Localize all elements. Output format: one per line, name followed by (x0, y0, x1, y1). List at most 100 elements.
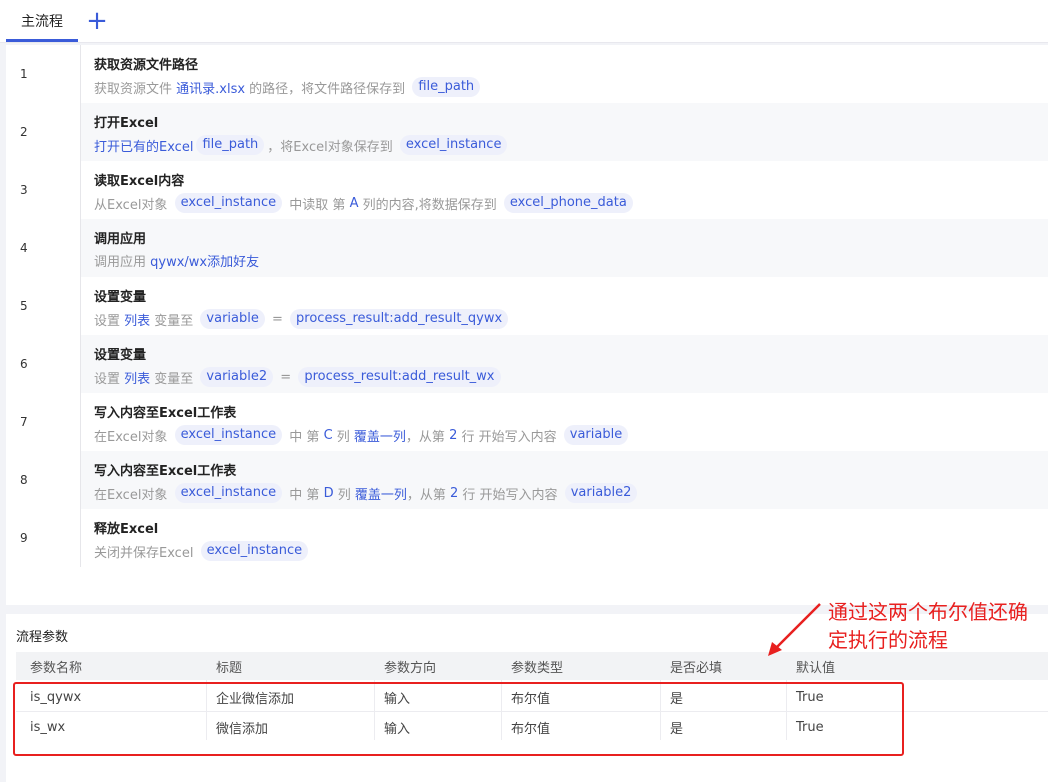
params-title: 流程参数 (16, 630, 69, 645)
step-title: 写入内容至Excel工作表 (94, 464, 237, 479)
add-tab-plus-icon[interactable]: + (84, 6, 110, 36)
step-body[interactable]: 设置变量设置 列表 变量至 variable = process_result:… (80, 277, 1048, 335)
flow-step[interactable]: 8 写入内容至Excel工作表 在Excel对象 excel_instance 中 … (6, 451, 1048, 509)
param-value[interactable]: 列表 (124, 368, 150, 387)
flow-step[interactable]: 1 获取资源文件路径 获取资源文件 通讯录.xlsx 的路径，将文件路径保存到 fi… (6, 45, 1048, 103)
step-body[interactable]: 调用应用 调用应用 qywx/wx添加好友 (80, 219, 1048, 277)
variable-pill[interactable]: variable2 (564, 483, 638, 503)
desc-text: 在Excel对象 (94, 429, 172, 445)
variable-pill[interactable]: process_result:add_result_qywx (290, 309, 509, 329)
desc-text: 中 第 (285, 487, 324, 503)
step-title: 调用应用 (94, 232, 147, 247)
highlight-box (13, 682, 904, 756)
step-title: 写入内容至Excel工作表 (94, 406, 237, 421)
desc-text: 调用应用 (94, 255, 151, 270)
variable-pill[interactable]: variable (563, 425, 629, 445)
step-title: 设置变量 (94, 290, 147, 305)
desc-text: 在Excel对象 (94, 487, 172, 503)
param-value[interactable]: 列表 (124, 310, 150, 329)
desc-text: 列的内容,将数据保存到 (358, 197, 501, 213)
params-table-header: 参数名称 标题 参数方向 参数类型 是否必填 默认值 (16, 652, 1048, 680)
step-body[interactable]: 读取Excel内容 从Excel对象 excel_instance 中读取 第 A… (80, 161, 1048, 219)
desc-text: 的路径，将文件路径保存到 (245, 81, 410, 97)
step-body[interactable]: 释放Excel 关闭并保存Excel excel_instance (80, 509, 1048, 567)
step-title: 释放Excel (94, 522, 159, 537)
param-value[interactable]: 覆盖一列 (354, 426, 406, 445)
variable-pill[interactable]: variable (200, 309, 265, 329)
step-number: 3 (6, 161, 80, 219)
step-number: 5 (6, 277, 80, 335)
col-header-required: 是否必填 (670, 660, 723, 676)
variable-pill[interactable]: variable2 (200, 367, 274, 387)
variable-pill[interactable]: excel_instance (399, 135, 508, 155)
tab-bar: 主流程 + (0, 0, 1048, 44)
desc-text: 行 开始写入内容 (458, 487, 562, 503)
variable-pill[interactable]: excel_instance (174, 483, 283, 503)
step-description: 调用应用 qywx/wx添加好友 (94, 251, 259, 270)
step-title: 设置变量 (94, 348, 147, 363)
step-body[interactable]: 打开Excel 打开已有的Excel file_path ，将Excel对象保存到 e… (80, 103, 1048, 161)
variable-pill[interactable]: file_path (196, 135, 265, 155)
step-number: 1 (6, 45, 80, 103)
step-number: 6 (6, 335, 80, 393)
col-header-title: 标题 (216, 660, 243, 676)
flow-step[interactable]: 2 打开Excel 打开已有的Excel file_path ，将Excel对象保存到 … (6, 103, 1048, 161)
desc-text: ，从第 (405, 429, 450, 445)
step-body[interactable]: 获取资源文件路径 获取资源文件 通讯录.xlsx 的路径，将文件路径保存到 fil… (80, 45, 1048, 103)
flow-step[interactable]: 3 读取Excel内容 从Excel对象 excel_instance 中读取 第 … (6, 161, 1048, 219)
flow-step[interactable]: 5 设置变量 设置 列表 变量至 variable = process_result… (6, 277, 1048, 335)
param-value[interactable]: D (324, 486, 334, 501)
flow-step[interactable]: 4 调用应用 调用应用 qywx/wx添加好友 (6, 219, 1048, 277)
step-title: 打开Excel (94, 116, 159, 131)
desc-text: ，从第 (406, 487, 450, 503)
step-description: 打开已有的Excel file_path ，将Excel对象保存到 excel_in… (94, 135, 510, 155)
step-body[interactable]: 设置变量设置 列表 变量至 variable2 = process_result… (80, 335, 1048, 393)
desc-text: 中读取 第 (285, 197, 350, 213)
flow-step[interactable]: 9 释放Excel 关闭并保存Excel excel_instance (6, 509, 1048, 567)
variable-pill[interactable]: excel_instance (174, 193, 283, 213)
step-description: 设置 列表 变量至 variable = process_result:add_… (94, 309, 511, 329)
desc-text: ，将Excel对象保存到 (267, 139, 397, 155)
variable-pill[interactable]: excel_instance (174, 425, 283, 445)
variable-pill[interactable]: process_result:add_result_wx (298, 367, 501, 387)
desc-text: 变量至 (150, 313, 198, 329)
variable-pill[interactable]: excel_phone_data (503, 193, 633, 213)
flow-step-list: 1 获取资源文件路径 获取资源文件 通讯录.xlsx 的路径，将文件路径保存到 fi… (6, 45, 1048, 605)
col-header-direction: 参数方向 (384, 660, 437, 676)
desc-text: 中 第 (285, 429, 324, 445)
param-value[interactable]: C (324, 428, 333, 443)
desc-text: 列 (332, 429, 354, 445)
desc-text: 行 开始写入内容 (457, 429, 561, 445)
flow-step[interactable]: 7 写入内容至Excel工作表 在Excel对象 excel_instance 中 … (6, 393, 1048, 451)
step-body[interactable]: 写入内容至Excel工作表 在Excel对象 excel_instance 中 第… (80, 451, 1048, 509)
step-description: 设置 列表 变量至 variable2 = process_result:add… (94, 367, 504, 387)
param-value[interactable]: 通讯录.xlsx (176, 78, 245, 97)
param-value[interactable]: 覆盖一列 (355, 484, 407, 503)
variable-pill[interactable]: file_path (412, 77, 481, 97)
param-value[interactable]: A (350, 196, 359, 211)
desc-text: 从Excel对象 (94, 197, 172, 213)
col-header-name: 参数名称 (30, 660, 83, 676)
param-value[interactable]: 2 (449, 428, 457, 443)
tab-main-flow[interactable]: 主流程 (6, 0, 78, 42)
step-description: 关闭并保存Excel excel_instance (94, 541, 311, 561)
desc-text: = (267, 311, 288, 327)
step-body[interactable]: 写入内容至Excel工作表 在Excel对象 excel_instance 中 第… (80, 393, 1048, 451)
param-value[interactable]: 2 (450, 486, 458, 501)
desc-text: 获取资源文件 (94, 81, 177, 97)
flow-step[interactable]: 6 设置变量 设置 列表 变量至 variable2 = process_resul… (6, 335, 1048, 393)
step-title: 获取资源文件路径 (94, 58, 199, 73)
variable-pill[interactable]: excel_instance (200, 541, 309, 561)
desc-text: 变量至 (150, 371, 198, 387)
col-header-type: 参数类型 (511, 660, 564, 676)
desc-text: 关闭并保存Excel (94, 545, 198, 561)
annotation-note: 通过这两个布尔值还确定执行的流程 (828, 600, 1028, 652)
step-description: 在Excel对象 excel_instance 中 第 C 列 覆盖一列 ，从第 … (94, 425, 631, 445)
step-title: 读取Excel内容 (94, 174, 185, 189)
step-number: 8 (6, 451, 80, 509)
desc-text: 列 (333, 487, 355, 503)
step-description: 在Excel对象 excel_instance 中 第 D 列 覆盖一列 ，从第 … (94, 483, 640, 503)
annotation-arrow-icon (768, 603, 821, 656)
param-value[interactable]: 打开已有的Excel (94, 136, 193, 155)
param-value[interactable]: qywx/wx添加好友 (150, 251, 259, 270)
